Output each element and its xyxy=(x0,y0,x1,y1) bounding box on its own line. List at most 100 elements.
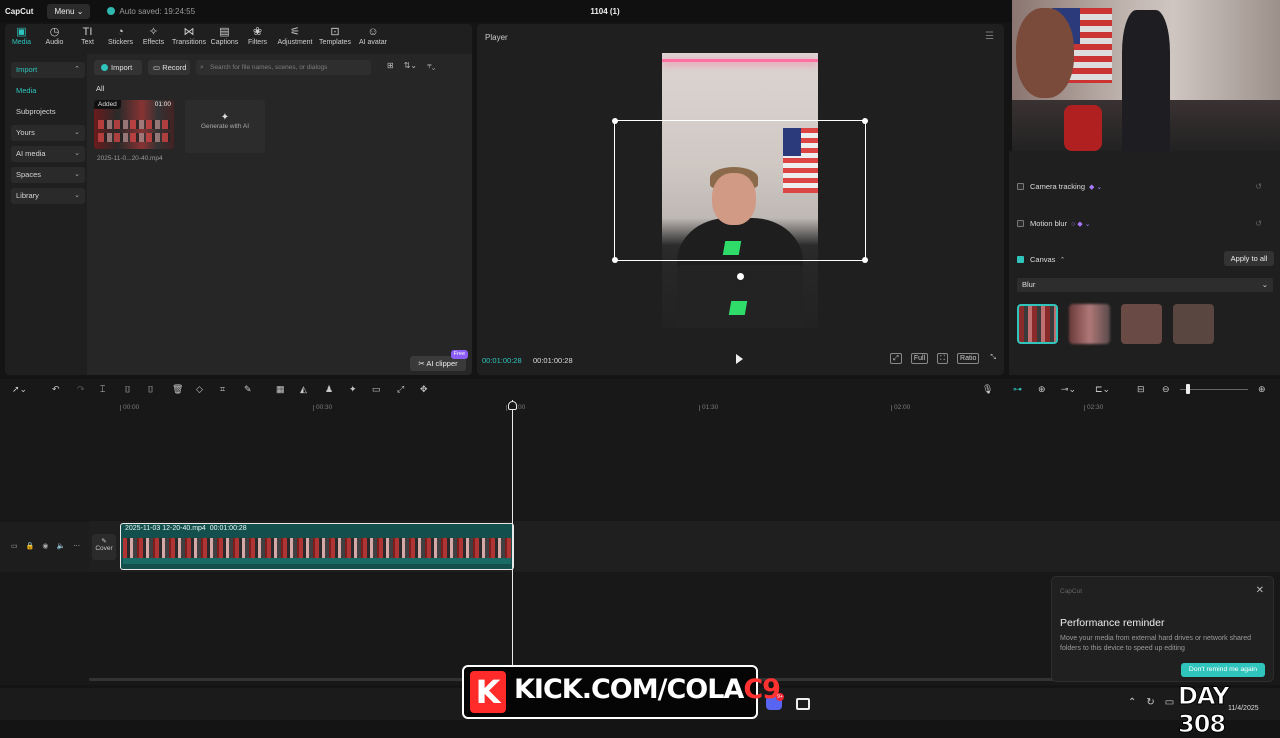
zoom-slider[interactable] xyxy=(1180,389,1248,390)
camera-tracking-checkbox[interactable] xyxy=(1017,183,1024,190)
tab-transitions[interactable]: ⋈ Transitions xyxy=(170,26,208,52)
menu-button[interactable]: Menu ⌄ xyxy=(47,3,91,19)
ai-clipper-button[interactable]: ✂ AI clipper Free xyxy=(410,350,468,371)
reset-icon[interactable]: ↺ xyxy=(1255,219,1262,228)
blur-swatch[interactable] xyxy=(1069,304,1110,344)
webcam-frame xyxy=(1122,10,1170,151)
tab-templates[interactable]: ⊡ Templates xyxy=(316,26,354,52)
menu-icon[interactable]: ☰ xyxy=(985,31,994,42)
split-left-icon[interactable]: ⌷ xyxy=(125,384,130,395)
sort-icon[interactable]: ⇅⌄ xyxy=(404,61,417,71)
crop-icon[interactable]: ⌗ xyxy=(220,384,225,395)
canvas-checkbox[interactable] xyxy=(1017,256,1024,263)
playhead[interactable] xyxy=(512,400,513,685)
select-tool-icon[interactable]: ➚⌄ xyxy=(12,384,27,395)
freeze-icon[interactable]: ▦ xyxy=(276,384,285,395)
snapshot-icon[interactable]: ⤢ xyxy=(890,353,902,364)
crop-icon[interactable]: ⛶ xyxy=(937,353,949,364)
rotate-handle-icon[interactable] xyxy=(735,271,746,282)
search-input[interactable]: ⌕ Search for file names, scenes, or dialo… xyxy=(196,60,371,75)
tab-media[interactable]: ▣ Media xyxy=(5,26,38,52)
time-ruler[interactable]: 00:00 00:30 01:00 01:30 02:00 02:30 xyxy=(89,400,1280,417)
sidebar-item-spaces[interactable]: Spaces ⌄ xyxy=(11,167,85,183)
delete-icon[interactable]: 🗑 xyxy=(172,384,183,395)
ratio-button[interactable]: Ratio xyxy=(957,353,980,364)
magnet-icon[interactable]: ⊕ xyxy=(1038,384,1046,395)
tab-ai-avatar[interactable]: ☺ AI avatar xyxy=(354,26,392,52)
filter-all-label[interactable]: All xyxy=(96,84,104,93)
close-icon[interactable]: ✕ xyxy=(1256,585,1264,596)
sidebar-item-yours[interactable]: Yours ⌄ xyxy=(11,125,85,141)
auto-reframe-icon[interactable]: ✎ xyxy=(244,384,252,395)
tab-adjustment[interactable]: ⚟ Adjustment xyxy=(274,26,316,52)
capcut-taskbar-icon[interactable] xyxy=(796,698,810,710)
caption-icon[interactable]: ▭ xyxy=(372,384,381,395)
preview-axis-icon[interactable]: ⊏⌄ xyxy=(1095,384,1110,395)
resize-handle[interactable] xyxy=(612,118,618,124)
eye-icon[interactable]: ◉ xyxy=(42,542,48,550)
blur-swatch[interactable] xyxy=(1121,304,1162,344)
tab-audio[interactable]: ◷ Audio xyxy=(38,26,71,52)
record-button[interactable]: ▭ Record xyxy=(148,60,190,75)
speaker-icon[interactable]: 🔈 xyxy=(56,542,65,550)
zoom-in-icon[interactable]: ⊕ xyxy=(1258,384,1266,395)
import-button[interactable]: Import xyxy=(94,60,142,75)
network-icon[interactable]: ▭ xyxy=(1165,697,1174,708)
full-button[interactable]: Full xyxy=(910,353,929,364)
more-icon[interactable]: ⋯ xyxy=(73,542,80,550)
sync-icon[interactable]: ↻ xyxy=(1146,697,1154,708)
media-thumbnail[interactable]: Added 01:00 xyxy=(94,100,174,149)
redo-icon[interactable]: ↷ xyxy=(77,384,85,395)
playhead-handle[interactable] xyxy=(508,401,517,410)
tab-effects[interactable]: ✧ Effects xyxy=(137,26,170,52)
apply-to-all-button[interactable]: Apply to all xyxy=(1224,251,1274,266)
motion-blur-checkbox[interactable] xyxy=(1017,220,1024,227)
tab-text[interactable]: TI Text xyxy=(71,26,104,52)
track-thumbnail-icon[interactable]: ▭ xyxy=(11,542,18,550)
motion-blur-row[interactable]: Motion blur ○ ◆ ⌄ xyxy=(1017,219,1090,228)
filter-icon[interactable]: ⫧⌄ xyxy=(427,61,435,71)
grid-view-icon[interactable]: ⊞ xyxy=(387,61,394,71)
resize-handle[interactable] xyxy=(862,118,868,124)
cover-button[interactable]: ✎ Cover xyxy=(92,534,116,560)
magic-icon[interactable]: ✦ xyxy=(349,384,357,395)
sidebar-item-import[interactable]: Import ⌃ xyxy=(11,62,85,78)
microphone-icon[interactable]: 🎙 xyxy=(982,384,993,395)
resize-handle[interactable] xyxy=(612,257,618,263)
chain-icon[interactable]: ⊸⌄ xyxy=(1061,384,1076,395)
lock-icon[interactable]: 🔒 xyxy=(26,542,35,550)
transform-box[interactable] xyxy=(612,118,868,263)
split-right-icon[interactable]: ⌷ xyxy=(148,384,153,395)
fit-icon[interactable]: ⊟ xyxy=(1137,384,1145,395)
link-icon[interactable]: ⊶ xyxy=(1013,384,1022,395)
camera-tracking-row[interactable]: Camera tracking ◆ ⌄ xyxy=(1017,182,1102,191)
zoom-out-icon[interactable]: ⊖ xyxy=(1162,384,1170,395)
sidebar-item-library[interactable]: Library ⌄ xyxy=(11,188,85,204)
reset-icon[interactable]: ↺ xyxy=(1255,182,1262,191)
undo-icon[interactable]: ↶ xyxy=(52,384,60,395)
generate-with-ai-button[interactable]: ✦ Generate with AI xyxy=(185,100,265,153)
chevron-up-icon[interactable]: ⌃ xyxy=(1128,697,1136,708)
mirror-icon[interactable]: ◭ xyxy=(300,384,307,395)
tab-filters[interactable]: ❀ Filters xyxy=(241,26,274,52)
canvas-row[interactable]: Canvas ⌃ xyxy=(1017,255,1065,264)
video-clip[interactable]: 2025-11-03 12-20-40.mp4 00:01:00:28 xyxy=(120,523,514,570)
canvas-mode-select[interactable]: Blur ⌄ xyxy=(1017,278,1273,292)
zoom-slider-handle[interactable] xyxy=(1186,384,1190,394)
blur-swatch[interactable] xyxy=(1173,304,1214,344)
split-icon[interactable]: ⌶ xyxy=(100,384,105,395)
tab-captions[interactable]: ▤ Captions xyxy=(208,26,241,52)
resize-handle[interactable] xyxy=(862,257,868,263)
dont-remind-button[interactable]: Don't remind me again xyxy=(1181,663,1265,677)
play-icon[interactable] xyxy=(736,354,743,364)
smart-cut-icon[interactable]: ✥ xyxy=(420,384,428,395)
shield-icon[interactable]: ◇ xyxy=(196,384,203,395)
blur-swatch[interactable] xyxy=(1017,304,1058,344)
sidebar-item-ai-media[interactable]: AI media ⌄ xyxy=(11,146,85,162)
resize-icon[interactable]: ⤢ xyxy=(397,384,404,395)
person-icon[interactable]: ♟ xyxy=(325,384,333,395)
sidebar-item-subprojects[interactable]: Subprojects xyxy=(11,104,85,120)
tab-stickers[interactable]: ◔ Stickers xyxy=(104,26,137,52)
sidebar-item-media[interactable]: Media xyxy=(11,83,85,99)
fullscreen-icon[interactable]: ⤡ xyxy=(988,353,998,364)
